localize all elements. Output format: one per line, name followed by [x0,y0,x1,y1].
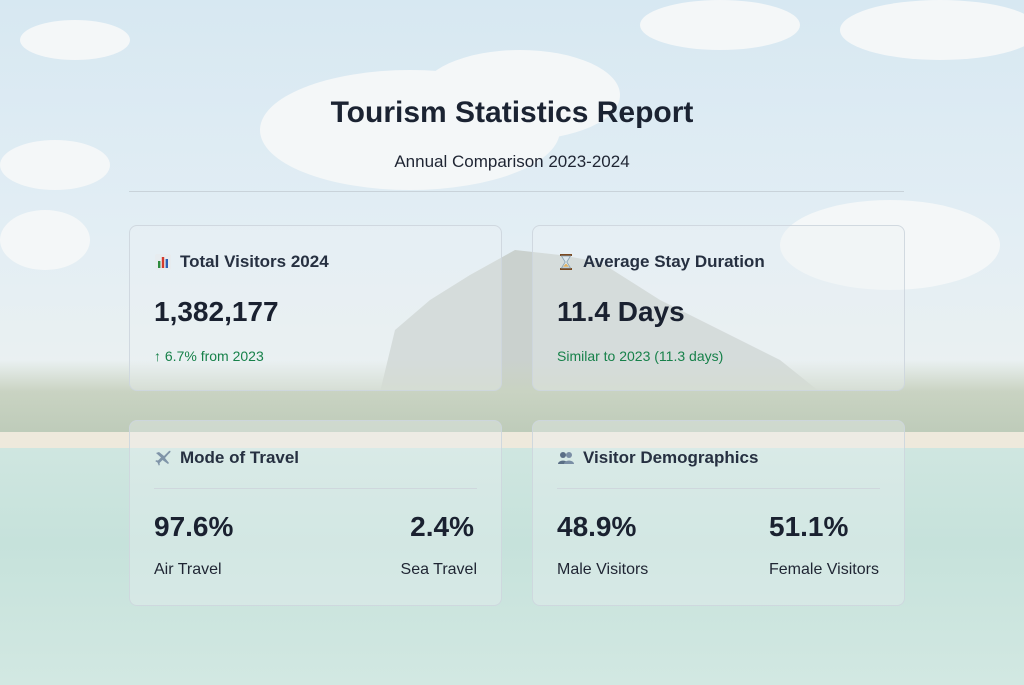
card-title: Mode of Travel [180,448,300,467]
bar-chart-icon [154,253,172,271]
travel-mode-card: Mode of Travel 97.6% Air Travel 2.4% Sea… [129,420,502,606]
people-icon [557,449,575,467]
card-divider [154,488,477,489]
female-visitors-value: 51.1% [769,511,849,542]
stay-duration-value: 11.4 Days [557,296,685,327]
card-title: Average Stay Duration [583,252,765,271]
card-title: Total Visitors 2024 [180,252,329,271]
sea-travel-label: Sea Travel [400,561,477,578]
stay-duration-note: Similar to 2023 (11.3 days) [557,348,724,364]
male-visitors-value: 48.9% [557,511,637,542]
air-travel-value: 97.6% [154,511,234,542]
card-divider [557,488,880,489]
total-visitors-value: 1,382,177 [154,296,279,327]
air-travel-label: Air Travel [154,561,222,578]
card-title: Visitor Demographics [583,448,759,467]
sea-travel-value: 2.4% [410,511,474,542]
total-visitors-card: Total Visitors 2024 1,382,177 ↑ 6.7% fro… [129,225,502,391]
stay-duration-card: Average Stay Duration 11.4 Days Similar … [532,225,905,391]
header-divider [129,191,904,192]
page-title: Tourism Statistics Report [330,96,694,129]
male-visitors-label: Male Visitors [557,561,649,578]
female-visitors-label: Female Visitors [769,561,879,578]
demographics-card: Visitor Demographics 48.9% Male Visitors… [532,420,905,606]
page-subtitle: Annual Comparison 2023-2024 [394,152,630,171]
hourglass-icon [557,253,575,271]
airplane-icon [154,449,172,467]
total-visitors-change: ↑ 6.7% from 2023 [154,348,264,364]
